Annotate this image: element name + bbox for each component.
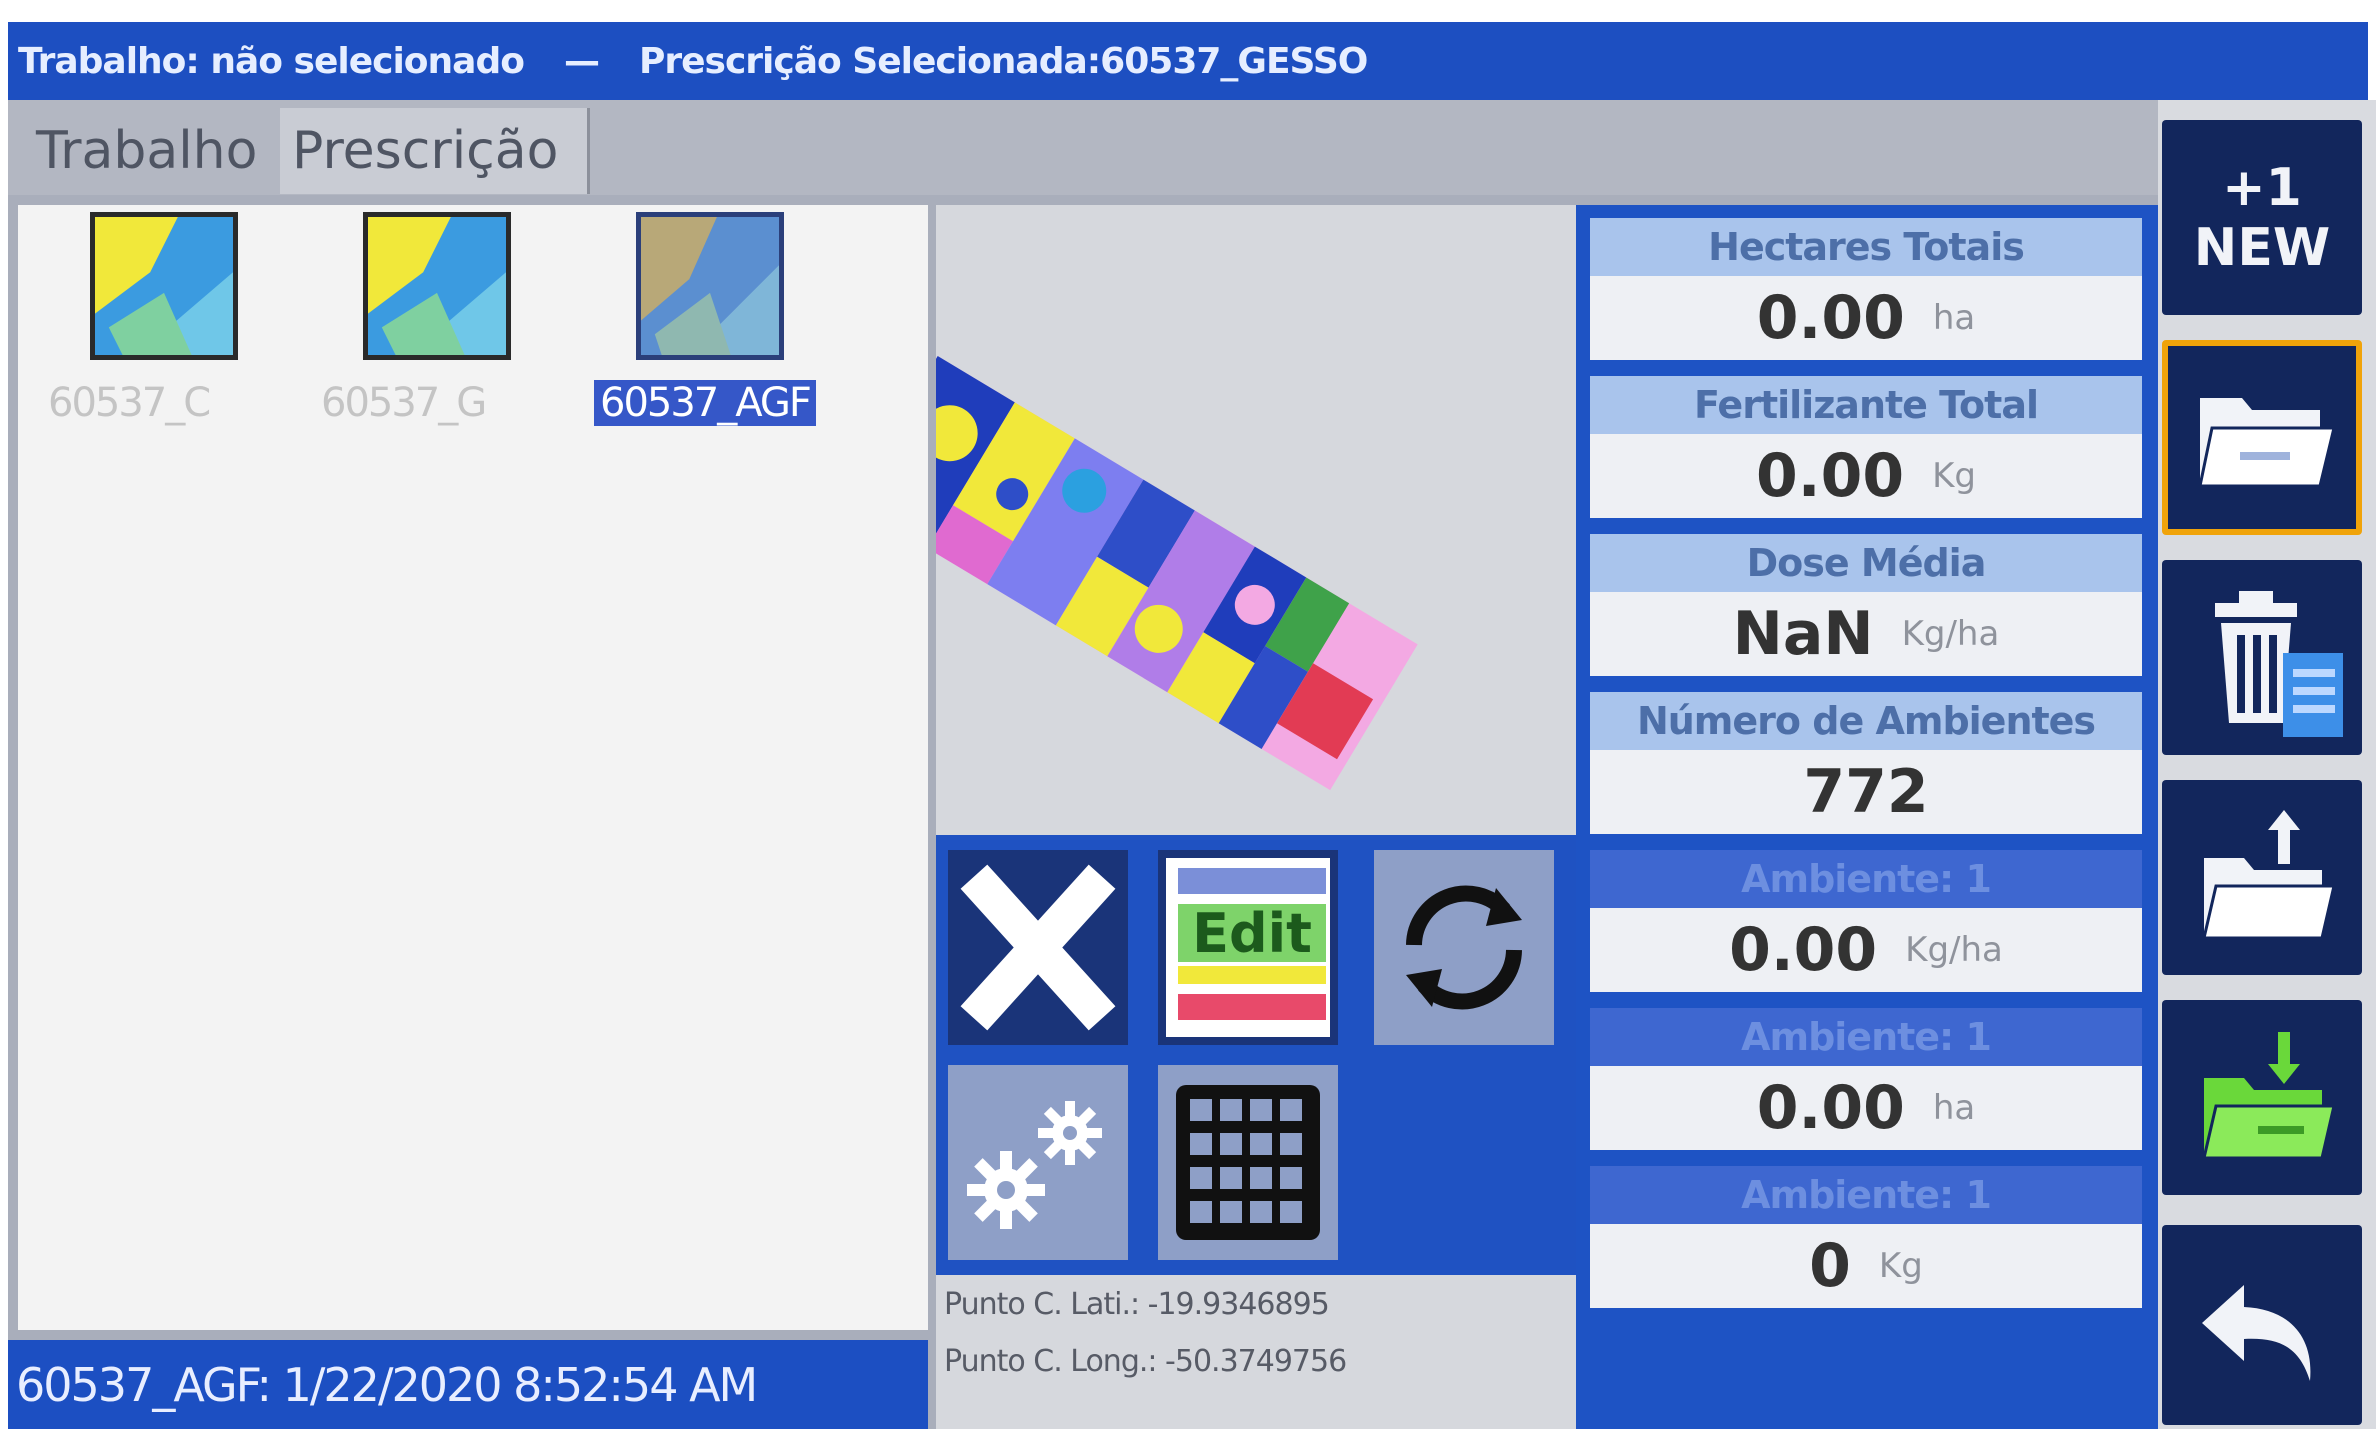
stat-value-ambiente-total: 0 Kg xyxy=(1590,1224,2142,1308)
stat-label-ambiente-total: Ambiente: 1 xyxy=(1590,1166,2142,1224)
stat-unit: Kg/ha xyxy=(1905,930,2003,970)
settings-button[interactable] xyxy=(948,1065,1128,1260)
file-name: 60537_AGF xyxy=(594,380,816,426)
stat-number: 0.00 xyxy=(1756,1073,1905,1143)
map-thumbnail-icon xyxy=(636,212,784,360)
stat-label-ambiente-dose: Ambiente: 1 xyxy=(1590,850,2142,908)
stat-unit: Kg xyxy=(1878,1246,1923,1286)
import-folder-icon xyxy=(2202,1031,2336,1159)
stat-label-ambiente-area: Ambiente: 1 xyxy=(1590,1008,2142,1066)
keypad-icon xyxy=(1176,1085,1320,1240)
map-thumbnail-icon xyxy=(90,212,238,360)
map-preview xyxy=(850,205,1576,835)
latitude-text: Punto C. Lati.: -19.9346895 xyxy=(944,1287,1330,1322)
stat-value-ambiente-dose: 0.00 Kg/ha xyxy=(1590,908,2142,992)
stat-value-dose-media: NaN Kg/ha xyxy=(1590,592,2142,676)
stat-unit: Kg xyxy=(1932,456,1976,496)
open-folder-icon xyxy=(2198,397,2336,487)
delete-icon xyxy=(2215,590,2343,737)
tab-trabalho[interactable]: Trabalho xyxy=(24,108,274,194)
new-button[interactable]: +1 NEW xyxy=(2162,120,2362,315)
stat-unit: ha xyxy=(1932,298,1976,338)
stat-value-fertilizante-total: 0.00 Kg xyxy=(1590,434,2142,518)
stat-label-dose-media: Dose Média xyxy=(1590,534,2142,592)
selected-prescription-text: Prescrição Selecionada:60537_GESSO xyxy=(638,40,1368,82)
stat-number: 0.00 xyxy=(1756,283,1905,353)
refresh-icon xyxy=(1406,885,1522,1010)
title-bar: Trabalho: não selecionado — Prescrição S… xyxy=(8,22,2368,100)
edit-label: Edit xyxy=(1192,901,1312,965)
prescription-map-image xyxy=(850,356,1418,791)
export-folder-icon xyxy=(2202,809,2336,939)
import-button[interactable] xyxy=(2162,1000,2362,1195)
open-button[interactable] xyxy=(2162,340,2362,535)
file-item[interactable]: 60537_C xyxy=(20,212,260,452)
stat-number: 0.00 xyxy=(1729,915,1878,985)
stat-label-numero-ambientes: Número de Ambientes xyxy=(1590,692,2142,750)
stat-value-hectares-totais: 0.00 ha xyxy=(1590,276,2142,360)
new-plus-text: +1 xyxy=(2222,157,2302,218)
close-map-button[interactable] xyxy=(948,850,1128,1045)
stat-value-numero-ambientes: 772 xyxy=(1590,750,2142,834)
export-button[interactable] xyxy=(2162,780,2362,975)
map-thumbnail-icon xyxy=(363,212,511,360)
title-separator: — xyxy=(563,40,600,82)
status-text: 60537_AGF: 1/22/2020 8:52:54 AM xyxy=(16,1357,758,1412)
longitude-text: Punto C. Long.: -50.3749756 xyxy=(944,1344,1347,1379)
gear-icon xyxy=(967,1101,1102,1229)
file-name: 60537_C xyxy=(48,380,211,426)
keypad-button[interactable] xyxy=(1158,1065,1338,1260)
delete-button[interactable] xyxy=(2162,560,2362,755)
stat-unit: Kg/ha xyxy=(1901,614,2000,654)
stat-value-ambiente-area: 0.00 ha xyxy=(1590,1066,2142,1150)
stat-label-hectares-totais: Hectares Totais xyxy=(1590,218,2142,276)
file-item-selected[interactable]: 60537_AGF xyxy=(566,212,816,452)
tab-prescricao[interactable]: Prescrição xyxy=(280,108,590,194)
stat-unit: ha xyxy=(1932,1088,1976,1128)
status-bar: 60537_AGF: 1/22/2020 8:52:54 AM xyxy=(8,1340,928,1429)
edit-button[interactable]: Edit xyxy=(1158,850,1338,1045)
center-point-coordinates: Punto C. Lati.: -19.9346895 Punto C. Lon… xyxy=(936,1275,1576,1429)
job-status-text: Trabalho: não selecionado xyxy=(18,40,525,82)
stat-number: 772 xyxy=(1803,757,1929,827)
close-icon xyxy=(960,864,1116,1031)
stat-number: 0.00 xyxy=(1756,441,1905,511)
refresh-button[interactable] xyxy=(1374,850,1554,1045)
back-icon xyxy=(2202,1285,2311,1381)
new-text: NEW xyxy=(2193,217,2331,278)
new-icon: +1 NEW xyxy=(2194,158,2330,278)
file-item[interactable]: 60537_G xyxy=(293,212,533,452)
back-button[interactable] xyxy=(2162,1225,2362,1425)
stat-number: 0 xyxy=(1809,1231,1851,1301)
stat-label-fertilizante-total: Fertilizante Total xyxy=(1590,376,2142,434)
stat-number: NaN xyxy=(1732,599,1874,669)
file-name: 60537_G xyxy=(321,380,487,426)
